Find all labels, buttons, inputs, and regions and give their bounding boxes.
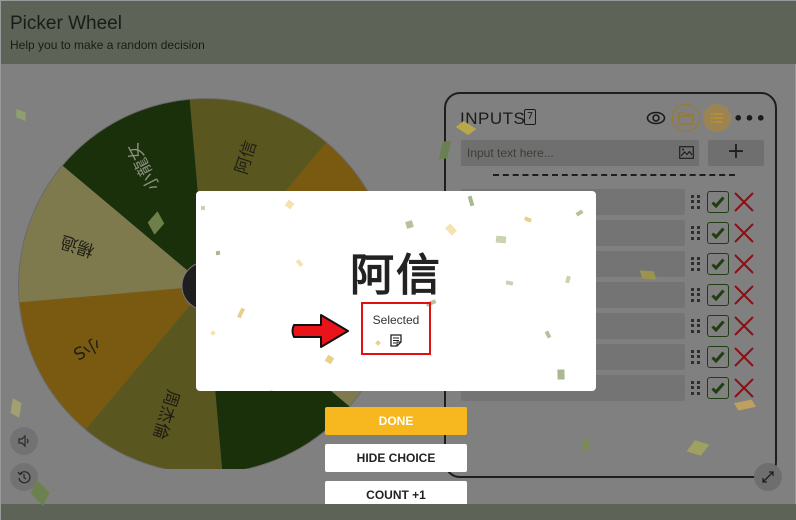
- entry-controls: [691, 282, 761, 308]
- confetti-piece: [284, 199, 295, 210]
- close-icon: [734, 347, 754, 367]
- folder-icon: [678, 112, 694, 125]
- checkmark-icon: [711, 382, 725, 394]
- inputs-title: INPUTS: [460, 109, 526, 128]
- drag-handle-icon[interactable]: [691, 226, 701, 240]
- delete-entry-button[interactable]: [733, 315, 755, 337]
- result-modal: 阿信 Selected: [196, 191, 596, 391]
- done-button[interactable]: DONE: [325, 407, 467, 435]
- entry-controls: [691, 375, 761, 401]
- entry-checkbox[interactable]: [707, 377, 729, 399]
- pointer-arrow-icon: [291, 314, 349, 348]
- entry-controls: [691, 220, 761, 246]
- close-icon: [734, 378, 754, 398]
- confetti-piece: [324, 354, 335, 365]
- drag-handle-icon[interactable]: [691, 319, 701, 333]
- close-icon: [734, 285, 754, 305]
- entry-checkbox[interactable]: [707, 284, 729, 306]
- confetti-piece: [544, 330, 552, 339]
- delete-entry-button[interactable]: [733, 284, 755, 306]
- expand-icon: [762, 471, 774, 483]
- app-footer: [1, 504, 796, 520]
- confetti-piece: [557, 369, 565, 380]
- image-upload-icon[interactable]: [679, 146, 694, 159]
- note-icon[interactable]: [390, 334, 402, 347]
- entry-checkbox[interactable]: [707, 222, 729, 244]
- entry-controls: [691, 344, 761, 370]
- history-icon: [17, 471, 31, 484]
- entry-controls: [691, 189, 761, 215]
- app-header: Picker Wheel Help you to make a random d…: [1, 1, 796, 64]
- drag-handle-icon[interactable]: [691, 195, 701, 209]
- delete-entry-button[interactable]: [733, 222, 755, 244]
- entry-controls: [691, 251, 761, 277]
- checkmark-icon: [711, 320, 725, 332]
- checkmark-icon: [711, 351, 725, 363]
- close-icon: [734, 316, 754, 336]
- confetti-piece: [265, 390, 274, 391]
- checkmark-icon: [711, 196, 725, 208]
- toggle-visibility-button[interactable]: [642, 104, 670, 132]
- drag-handle-icon[interactable]: [691, 257, 701, 271]
- selected-label: Selected: [372, 313, 420, 327]
- open-folder-button[interactable]: [672, 104, 700, 132]
- drag-handle-icon[interactable]: [691, 381, 701, 395]
- fullscreen-button[interactable]: [754, 463, 782, 491]
- hide-choice-button[interactable]: HIDE CHOICE: [325, 444, 467, 472]
- more-options-button[interactable]: •••: [733, 104, 766, 132]
- checkmark-icon: [711, 289, 725, 301]
- drag-handle-icon[interactable]: [691, 288, 701, 302]
- entry-checkbox[interactable]: [707, 346, 729, 368]
- entry-checkbox[interactable]: [707, 253, 729, 275]
- speaker-icon: [18, 434, 29, 448]
- confetti-piece: [237, 307, 245, 319]
- checkmark-icon: [711, 258, 725, 270]
- confetti-piece: [445, 223, 457, 236]
- confetti-piece: [467, 195, 475, 207]
- delete-entry-button[interactable]: [733, 346, 755, 368]
- sound-toggle-button[interactable]: [10, 427, 38, 455]
- delete-entry-button[interactable]: [733, 253, 755, 275]
- history-button[interactable]: [10, 463, 38, 491]
- divider: [493, 174, 735, 176]
- confetti-piece: [201, 206, 205, 210]
- checkmark-icon: [711, 227, 725, 239]
- list-icon: [711, 113, 723, 123]
- entry-text-input[interactable]: [461, 140, 699, 166]
- confetti-piece: [405, 220, 414, 229]
- confetti-piece: [524, 216, 532, 223]
- confetti-piece: [575, 209, 584, 217]
- entry-checkbox[interactable]: [707, 191, 729, 213]
- list-view-button[interactable]: [703, 104, 731, 132]
- entry-controls: [691, 313, 761, 339]
- close-icon: [734, 192, 754, 212]
- app-title: Picker Wheel: [10, 13, 122, 34]
- close-icon: [734, 254, 754, 274]
- result-text: 阿信: [350, 250, 442, 301]
- eye-icon: [646, 111, 666, 125]
- drag-handle-icon[interactable]: [691, 350, 701, 364]
- confetti-piece: [210, 330, 216, 336]
- add-entry-button[interactable]: +: [708, 140, 764, 166]
- entry-checkbox[interactable]: [707, 315, 729, 337]
- delete-entry-button[interactable]: [733, 191, 755, 213]
- delete-entry-button[interactable]: [733, 377, 755, 399]
- close-icon: [734, 223, 754, 243]
- app-subtitle: Help you to make a random decision: [10, 38, 205, 52]
- inputs-count-badge: 7: [524, 109, 536, 125]
- selected-highlight: Selected: [361, 302, 431, 355]
